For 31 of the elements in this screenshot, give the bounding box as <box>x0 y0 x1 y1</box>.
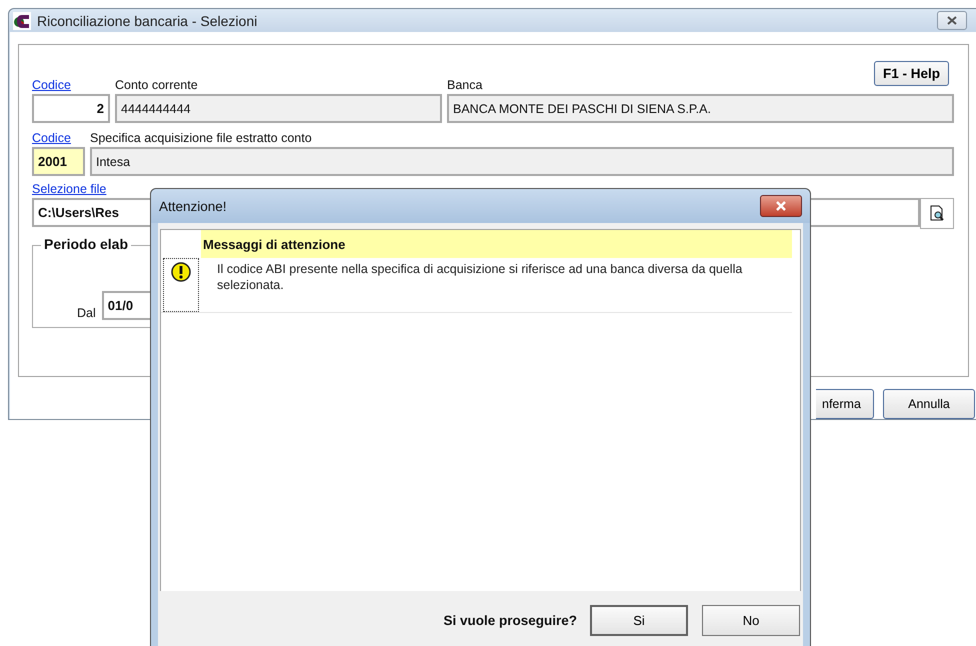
dialog-button[interactable]: Si <box>590 605 688 636</box>
close-button[interactable] <box>937 11 967 30</box>
file-link[interactable]: Selezione file <box>32 182 106 196</box>
bank-field: BANCA MONTE DEI PASCHI DI SIENA S.P.A. <box>447 94 954 123</box>
close-icon <box>775 201 787 211</box>
dialog-title: Attenzione! <box>159 198 227 214</box>
close-button[interactable] <box>760 195 802 217</box>
browse-button[interactable] <box>920 198 954 229</box>
dialog-button[interactable]: No <box>702 605 800 636</box>
code-link[interactable]: Codice <box>32 131 85 145</box>
field-label: Banca <box>447 78 484 92</box>
account-field: 4444444444 <box>115 94 442 123</box>
question-text: Si vuole proseguire? <box>443 613 577 628</box>
code-field[interactable]: 2 <box>32 94 110 123</box>
close-icon <box>947 16 957 25</box>
message-text: Il codice ABI presente nella specifica di acquisizione si riferisce ad una banca diversa da quella selezionata. <box>216 261 744 294</box>
warning-icon <box>171 262 191 282</box>
field-label: Specifica acquisizione file estratto conto <box>90 131 313 145</box>
help-button[interactable]: F1 - Help <box>874 61 949 86</box>
field-label: Dal <box>77 306 96 320</box>
dialog-button[interactable]: nferma <box>816 389 874 419</box>
document-search-icon <box>929 205 945 222</box>
field-label: Conto corrente <box>115 78 199 92</box>
code-link[interactable]: Codice <box>32 78 110 92</box>
list-header: Messaggi di attenzione <box>201 230 792 258</box>
code-field[interactable]: 2001 <box>32 147 85 176</box>
window-title: Riconciliazione bancaria - Selezioni <box>37 12 258 28</box>
app-logo-icon <box>13 12 31 30</box>
spec-field: Intesa <box>90 147 954 176</box>
dialog-button[interactable]: Annulla <box>883 389 975 419</box>
group-title: Periodo elab <box>41 236 132 252</box>
